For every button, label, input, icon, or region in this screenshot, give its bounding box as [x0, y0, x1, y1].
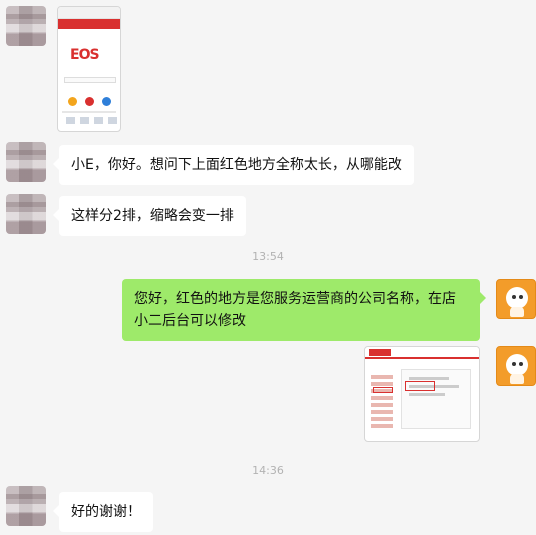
admin-form-row: [409, 393, 445, 396]
admin-form-row: [409, 377, 449, 380]
mascot-body-icon: [510, 307, 524, 317]
admin-highlight-box: [373, 387, 393, 393]
mascot-eye-icon: [519, 362, 523, 366]
phone-divider: [62, 111, 116, 113]
phone-red-title-bar: [58, 19, 120, 29]
admin-header: [365, 347, 479, 359]
phone-nav-icon: [66, 117, 75, 124]
mascot-body-icon: [510, 374, 524, 384]
message-bubble[interactable]: 好的谢谢！: [53, 492, 153, 532]
message-bubble[interactable]: 这样分2排，缩略会变一排: [53, 196, 246, 236]
phone-screenshot-image[interactable]: EOS: [57, 6, 121, 132]
mascot-eye-icon: [519, 295, 523, 299]
contact-avatar[interactable]: [6, 194, 46, 234]
mascot-eye-icon: [512, 295, 516, 299]
contact-avatar[interactable]: [6, 486, 46, 526]
timestamp: 13:54: [252, 250, 284, 263]
phone-nav-icon: [94, 117, 103, 124]
phone-nav-icon: [80, 117, 89, 124]
admin-sidebar: [371, 375, 393, 437]
admin-highlight-box: [405, 381, 435, 391]
phone-logo: EOS: [70, 47, 100, 63]
phone-status-bar: [58, 7, 120, 19]
message-bubble[interactable]: 您好，红色的地方是您服务运营商的公司名称，在店小二后台可以修改: [122, 279, 486, 341]
message-bubble[interactable]: 小E，你好。想问下上面红色地方全称太长，从哪能改: [53, 145, 414, 185]
phone-menu-icon: [68, 97, 77, 106]
phone-search-box: [64, 77, 116, 83]
phone-nav-icon: [108, 117, 117, 124]
phone-menu-icon: [102, 97, 111, 106]
admin-screenshot-image[interactable]: [364, 346, 480, 442]
admin-logo: [369, 349, 391, 356]
mascot-face-icon: [506, 354, 528, 376]
mascot-eye-icon: [512, 362, 516, 366]
phone-menu-icon: [85, 97, 94, 106]
contact-avatar[interactable]: [6, 6, 46, 46]
contact-avatar[interactable]: [6, 142, 46, 182]
own-avatar[interactable]: [496, 346, 536, 386]
mascot-face-icon: [506, 287, 528, 309]
timestamp: 14:36: [252, 464, 284, 477]
own-avatar[interactable]: [496, 279, 536, 319]
